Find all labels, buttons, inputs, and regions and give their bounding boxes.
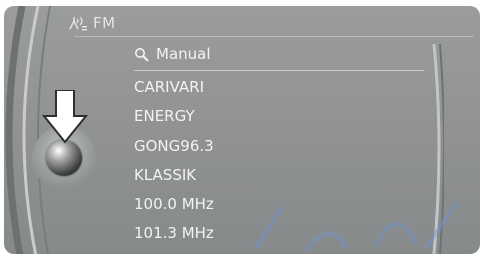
down-arrow-icon [42,90,88,144]
station-name: GONG96.3 [134,136,214,155]
station-item[interactable]: ENERGY [134,102,424,131]
station-name: KLASSIK [134,165,197,184]
station-name: 101.3 MHz [134,224,214,243]
manual-search-item[interactable]: Manual [134,40,424,71]
station-name: 100.0 MHz [134,195,214,214]
header-divider [74,36,474,37]
station-name: ENERGY [134,107,195,126]
idrive-screen: FM Manual CARIVARI ENERGY GONG96.3 KLASS… [0,0,484,260]
station-item[interactable]: CARIVARI [134,73,424,102]
source-label: FM [93,14,116,32]
antenna-icon [69,16,87,31]
station-item[interactable]: GONG96.3 [134,132,424,161]
station-name: CARIVARI [134,78,204,96]
search-icon [135,48,149,62]
manual-label: Manual [156,45,211,64]
source-title: FM [68,14,116,32]
watermark [254,201,458,252]
